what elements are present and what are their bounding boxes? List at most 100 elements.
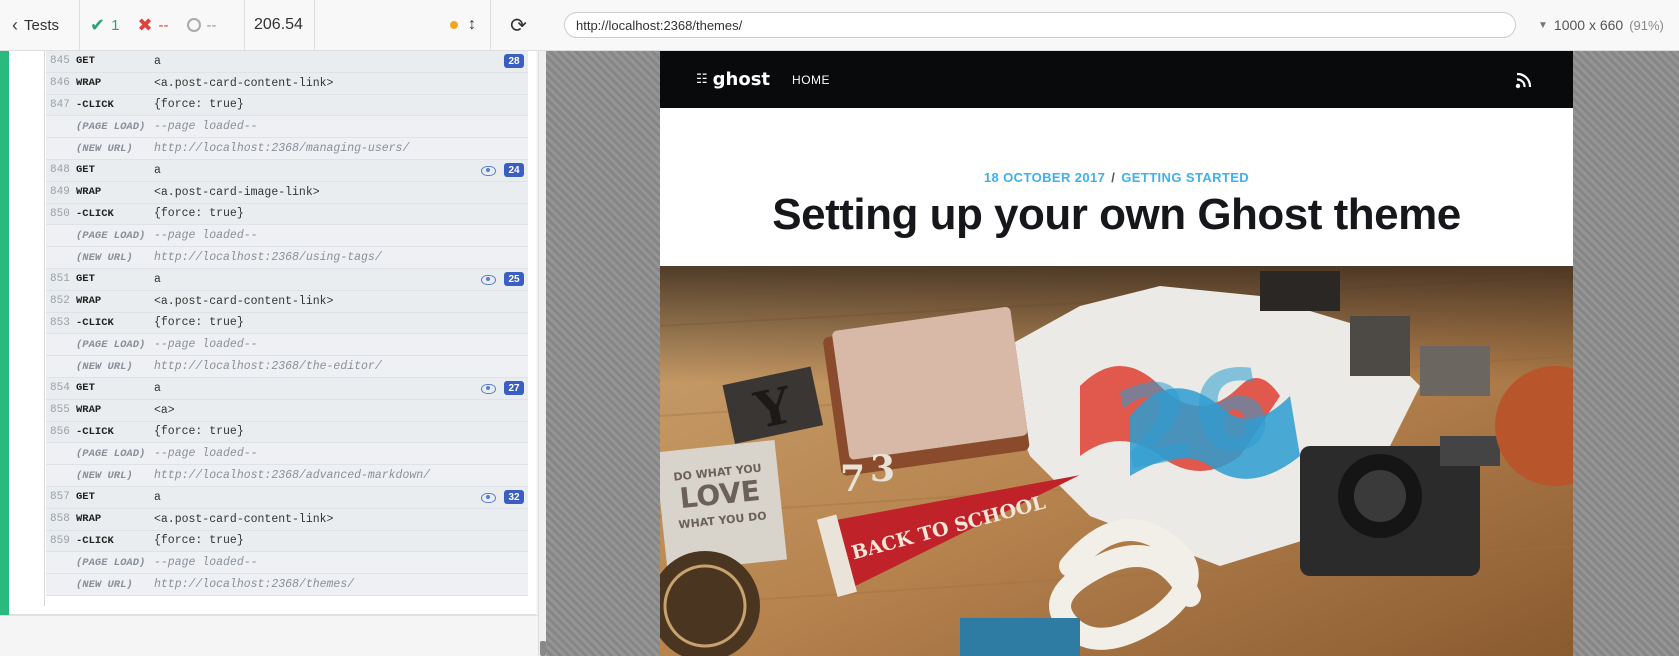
command-message: {force: true}	[154, 316, 244, 330]
eye-icon[interactable]	[480, 274, 496, 286]
command-name: GET	[76, 382, 95, 395]
command-number: 846	[50, 77, 70, 90]
command-message: --page loaded--	[154, 229, 258, 243]
command-message: http://localhost:2368/using-tags/	[154, 251, 382, 265]
x-icon: ✖	[137, 14, 153, 35]
command-event-row[interactable]: (PAGE LOAD) --page loaded--	[46, 334, 528, 357]
command-row[interactable]: 849 WRAP <a.post-card-image-link>	[46, 181, 528, 204]
command-row[interactable]: 855 WRAP <a>	[46, 399, 528, 422]
command-number: 850	[50, 207, 70, 220]
command-log: 845 GET a 28 846 WRAP <a.post-card-content-lin…	[0, 51, 546, 656]
command-event-row[interactable]: (PAGE LOAD) --page loaded--	[46, 552, 528, 575]
reporter-header: ‹ Tests ✔ 1 ✖ -- -- 206.54 ↕ ⟳	[0, 0, 546, 51]
failed-stat[interactable]: ✖ --	[137, 15, 168, 36]
command-name: (PAGE LOAD)	[76, 447, 146, 460]
command-row[interactable]: 858 WRAP <a.post-card-content-link>	[46, 508, 528, 531]
command-name: GET	[76, 273, 95, 286]
toggle-auto-scroll-icon[interactable]: ↕	[468, 16, 476, 34]
command-name: (NEW URL)	[76, 578, 133, 591]
command-message: {force: true}	[154, 534, 244, 548]
command-number: 847	[50, 98, 70, 111]
command-name: WRAP	[76, 186, 102, 199]
command-row[interactable]: 848 GET a 24	[46, 159, 528, 182]
command-event-row[interactable]: (PAGE LOAD) --page loaded--	[46, 225, 528, 248]
failed-count: --	[158, 16, 169, 34]
element-count-badge: 25	[504, 272, 524, 287]
aut-header: http://localhost:2368/themes/ ▼ 1000 x 6…	[546, 0, 1679, 51]
command-event-row[interactable]: (NEW URL) http://localhost:2368/the-edito…	[46, 356, 528, 378]
command-row[interactable]: 846 WRAP <a.post-card-content-link>	[46, 72, 528, 95]
reporter-scrollbar[interactable]	[538, 51, 546, 656]
command-message: a	[154, 163, 161, 177]
svg-text:3: 3	[870, 448, 895, 490]
duration: 206.54	[245, 0, 315, 50]
command-number: 849	[50, 186, 70, 199]
command-event-row[interactable]: (NEW URL) http://localhost:2368/managing-…	[46, 138, 528, 160]
command-event-row[interactable]: (NEW URL) http://localhost:2368/using-tag…	[46, 247, 528, 269]
command-name: (NEW URL)	[76, 360, 133, 373]
circle-icon	[186, 18, 201, 32]
command-event-row[interactable]: (NEW URL) http://localhost:2368/advanced-…	[46, 465, 528, 487]
ghost-logo[interactable]: ☷ ghost	[696, 69, 770, 90]
post-title: Setting up your own Ghost theme	[772, 190, 1461, 239]
url-bar[interactable]: http://localhost:2368/themes/	[564, 12, 1516, 38]
command-row[interactable]: 850 -CLICK {force: true}	[46, 203, 528, 226]
post-tag-link[interactable]: GETTING STARTED	[1121, 170, 1249, 185]
eye-icon[interactable]	[480, 383, 496, 395]
viewport-info[interactable]: ▼ 1000 x 660 (91%)	[1538, 17, 1664, 33]
command-message: {force: true}	[154, 207, 244, 221]
command-number: 855	[50, 404, 70, 417]
command-number: 852	[50, 295, 70, 308]
command-name: WRAP	[76, 295, 102, 308]
command-name: (NEW URL)	[76, 469, 133, 482]
command-name: WRAP	[76, 513, 102, 526]
ghost-logo-icon: ☷	[696, 72, 708, 87]
command-row[interactable]: 857 GET a 32	[46, 486, 528, 509]
post-header: 18 OCTOBER 2017/GETTING STARTED Setting …	[660, 108, 1573, 266]
eye-icon[interactable]	[480, 165, 496, 177]
passed-stat[interactable]: ✔ 1	[90, 15, 119, 36]
command-name: -CLICK	[76, 534, 114, 547]
command-event-row[interactable]: (PAGE LOAD) --page loaded--	[46, 443, 528, 466]
command-name: (NEW URL)	[76, 251, 133, 264]
eye-icon[interactable]	[480, 492, 496, 504]
command-row[interactable]: 852 WRAP <a.post-card-content-link>	[46, 290, 528, 313]
command-name: GET	[76, 55, 95, 68]
command-message: a	[154, 272, 161, 286]
reporter-controls: ↕	[450, 0, 490, 50]
command-number: 851	[50, 273, 70, 286]
command-event-row[interactable]: (NEW URL) http://localhost:2368/themes/	[46, 574, 528, 596]
command-row[interactable]: 853 -CLICK {force: true}	[46, 312, 528, 335]
command-row[interactable]: 851 GET a 25	[46, 268, 528, 291]
reload-button[interactable]: ⟳	[490, 0, 546, 50]
rss-icon[interactable]	[1515, 71, 1533, 89]
command-event-row[interactable]: (PAGE LOAD) --page loaded--	[46, 116, 528, 139]
command-number: 858	[50, 513, 70, 526]
running-indicator-icon	[450, 21, 458, 29]
element-count-badge: 32	[504, 490, 524, 505]
command-message: http://localhost:2368/themes/	[154, 578, 355, 592]
command-message: http://localhost:2368/managing-users/	[154, 142, 410, 156]
pending-stat[interactable]: --	[186, 17, 217, 34]
command-row[interactable]: 847 -CLICK {force: true}	[46, 94, 528, 117]
command-message: --page loaded--	[154, 338, 258, 352]
viewport-scale: (91%)	[1629, 17, 1664, 33]
tests-back-button[interactable]: ‹ Tests	[0, 0, 80, 50]
command-name: (PAGE LOAD)	[76, 556, 146, 569]
test-status-stripe	[0, 51, 9, 615]
command-message: <a>	[154, 403, 175, 417]
command-row[interactable]: 845 GET a 28	[46, 51, 528, 73]
reload-icon: ⟳	[510, 14, 527, 37]
command-row[interactable]: 856 -CLICK {force: true}	[46, 421, 528, 444]
command-row[interactable]: 859 -CLICK {force: true}	[46, 530, 528, 553]
ghost-logo-text: ghost	[712, 69, 771, 90]
command-number: 857	[50, 491, 70, 504]
command-number: 853	[50, 316, 70, 329]
command-name: -CLICK	[76, 98, 114, 111]
svg-text:26: 26	[1107, 342, 1280, 495]
command-number: 856	[50, 425, 70, 438]
command-name: GET	[76, 164, 95, 177]
command-row[interactable]: 854 GET a 27	[46, 377, 528, 400]
post-feature-image: 26 Y DO WHAT YOU LOVE WHAT YOU DO BACK T…	[660, 266, 1573, 656]
nav-home-link[interactable]: HOME	[792, 73, 830, 87]
